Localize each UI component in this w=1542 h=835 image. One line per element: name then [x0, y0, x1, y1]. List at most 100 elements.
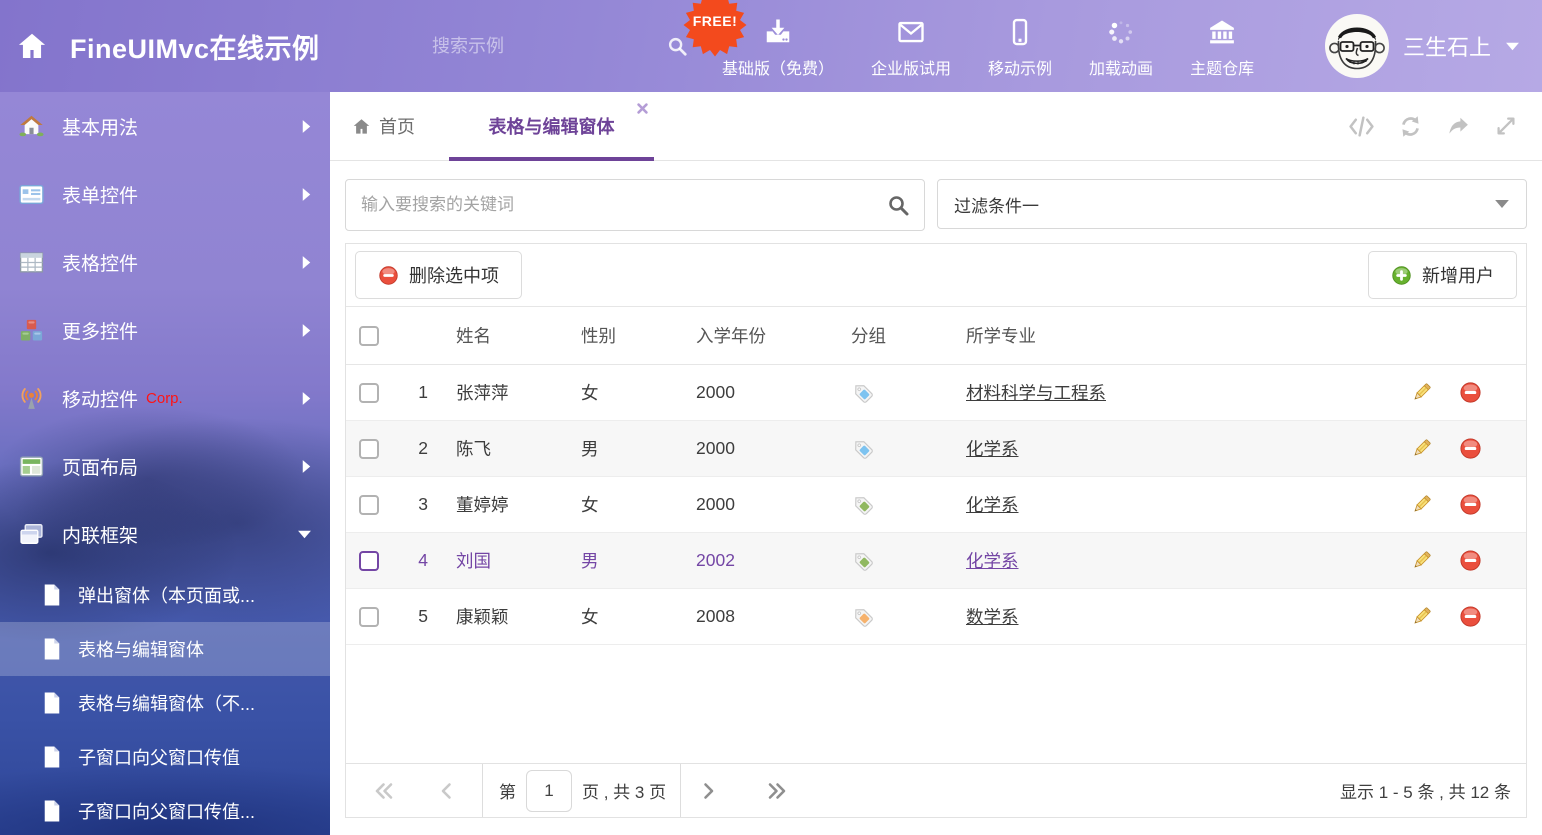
prev-page-button[interactable]: [440, 782, 452, 800]
sidebar-item-form[interactable]: 表单控件: [0, 160, 330, 228]
frames-icon: [18, 521, 45, 548]
delete-row-button[interactable]: [1459, 381, 1482, 404]
table-row[interactable]: 3董婷婷女2000化学系: [346, 477, 1526, 533]
edit-row-button[interactable]: [1410, 605, 1433, 628]
table-row[interactable]: 4刘国男2002化学系: [346, 533, 1526, 589]
tab-label: 表格与编辑窗体: [489, 113, 615, 139]
header-search-input[interactable]: [430, 35, 666, 58]
divider: [482, 764, 483, 817]
top-header: FineUIMvc在线示例 FREE! 基础版（免费）企业版试用移动示例加载动画…: [0, 0, 1542, 92]
sidebar-subitem-label: 表格与编辑窗体（不...: [78, 690, 255, 716]
col-group-header[interactable]: 分组: [831, 323, 946, 348]
search-icon[interactable]: [886, 193, 910, 217]
table-row[interactable]: 1张萍萍女2000材料科学与工程系: [346, 365, 1526, 421]
sidebar-item-cubes[interactable]: 更多控件: [0, 296, 330, 364]
view-source-button[interactable]: [1348, 115, 1375, 138]
sidebar: 基本用法表单控件表格控件更多控件移动控件Corp.页面布局内联框架弹出窗体（本页…: [0, 92, 330, 835]
sidebar-subitem[interactable]: 子窗口向父窗口传值: [0, 730, 330, 784]
header-nav-mobile[interactable]: 移动示例: [988, 17, 1052, 79]
major-link[interactable]: 材料科学与工程系: [966, 383, 1106, 403]
download-icon: [763, 17, 793, 47]
sidebar-subitem[interactable]: 弹出窗体（本页面或...: [0, 568, 330, 622]
edit-row-button[interactable]: [1410, 549, 1433, 572]
user-menu[interactable]: 三生石上: [1325, 14, 1520, 78]
col-name-header[interactable]: 姓名: [436, 323, 561, 348]
table-row[interactable]: 5康颖颖女2008数学系: [346, 589, 1526, 645]
major-link[interactable]: 化学系: [966, 551, 1019, 571]
row-checkbox[interactable]: [359, 495, 379, 515]
tag-icon: [831, 493, 946, 516]
header-nav-spinner[interactable]: 加载动画: [1089, 17, 1153, 79]
page-prefix-label: 第: [499, 778, 516, 803]
cell-gender: 男: [561, 436, 676, 461]
tab-label: 首页: [379, 113, 415, 139]
row-number: 5: [391, 606, 436, 627]
header-nav-download[interactable]: 基础版（免费）: [722, 17, 834, 79]
nav-label: 主题仓库: [1190, 55, 1254, 79]
edit-row-button[interactable]: [1410, 493, 1433, 516]
select-all-checkbox[interactable]: [359, 326, 379, 346]
major-link[interactable]: 化学系: [966, 439, 1019, 459]
delete-row-button[interactable]: [1459, 437, 1482, 460]
maximize-button[interactable]: [1494, 114, 1518, 138]
col-year-header[interactable]: 入学年份: [676, 323, 831, 348]
table-row[interactable]: 2陈飞男2000化学系: [346, 421, 1526, 477]
row-checkbox[interactable]: [359, 439, 379, 459]
row-checkbox[interactable]: [359, 607, 379, 627]
sidebar-subitem-label: 弹出窗体（本页面或...: [78, 582, 255, 608]
page-number-input[interactable]: [526, 770, 572, 812]
username: 三生石上: [1403, 30, 1491, 62]
sidebar-item-table[interactable]: 表格控件: [0, 228, 330, 296]
cell-gender: 女: [561, 604, 676, 629]
mobile-icon: [1005, 17, 1035, 47]
close-icon[interactable]: [637, 103, 648, 114]
delete-row-button[interactable]: [1459, 549, 1482, 572]
sidebar-subitem[interactable]: 表格与编辑窗体（不...: [0, 676, 330, 730]
first-page-button[interactable]: [374, 782, 394, 800]
row-checkbox[interactable]: [359, 383, 379, 403]
filter-dropdown-value: 过滤条件一: [954, 192, 1039, 217]
col-major-header[interactable]: 所学专业: [946, 323, 1379, 348]
last-page-button[interactable]: [767, 782, 787, 800]
add-user-button[interactable]: 新增用户: [1368, 251, 1517, 299]
row-checkbox[interactable]: [359, 551, 379, 571]
keyword-search-input[interactable]: [346, 180, 924, 230]
sidebar-item-frames[interactable]: 内联框架: [0, 500, 330, 568]
cell-name: 刘国: [436, 548, 561, 573]
delete-row-button[interactable]: [1459, 605, 1482, 628]
header-search: [430, 26, 638, 66]
sidebar-subitem[interactable]: 表格与编辑窗体: [0, 622, 330, 676]
sidebar-subitem-label: 子窗口向父窗口传值...: [78, 798, 255, 824]
sidebar-item-antenna[interactable]: 移动控件Corp.: [0, 364, 330, 432]
corp-badge: Corp.: [146, 390, 183, 407]
open-new-window-button[interactable]: [1446, 114, 1471, 139]
delete-selected-button[interactable]: 删除选中项: [355, 251, 522, 299]
edit-row-button[interactable]: [1410, 381, 1433, 404]
keyword-search-box: [345, 179, 925, 231]
plus-circle-icon: [1391, 265, 1412, 286]
sidebar-item-label: 基本用法: [62, 113, 138, 140]
major-link[interactable]: 化学系: [966, 495, 1019, 515]
edit-row-button[interactable]: [1410, 437, 1433, 460]
tab-home[interactable]: 首页: [348, 92, 419, 160]
delete-row-button[interactable]: [1459, 493, 1482, 516]
home-icon[interactable]: [16, 30, 48, 62]
filter-dropdown[interactable]: 过滤条件一: [937, 179, 1527, 229]
next-page-button[interactable]: [703, 782, 715, 800]
col-gender-header[interactable]: 性别: [561, 323, 676, 348]
cell-name: 张萍萍: [436, 380, 561, 405]
header-nav-envelope[interactable]: 企业版试用: [871, 17, 951, 79]
cubes-icon: [18, 317, 45, 344]
sidebar-item-home-color[interactable]: 基本用法: [0, 92, 330, 160]
sidebar-item-layout[interactable]: 页面布局: [0, 432, 330, 500]
tab-grid-edit-window[interactable]: 表格与编辑窗体: [449, 92, 654, 160]
sidebar-subitem[interactable]: 子窗口向父窗口传值...: [0, 784, 330, 835]
header-nav-bank[interactable]: 主题仓库: [1190, 17, 1254, 79]
sidebar-subitem-label: 子窗口向父窗口传值: [78, 744, 240, 770]
envelope-icon: [896, 17, 926, 47]
nav-label: 加载动画: [1089, 55, 1153, 79]
record-summary: 显示 1 - 5 条 , 共 12 条: [1340, 778, 1511, 803]
file-icon: [42, 583, 62, 607]
refresh-button[interactable]: [1398, 114, 1423, 139]
major-link[interactable]: 数学系: [966, 607, 1019, 627]
